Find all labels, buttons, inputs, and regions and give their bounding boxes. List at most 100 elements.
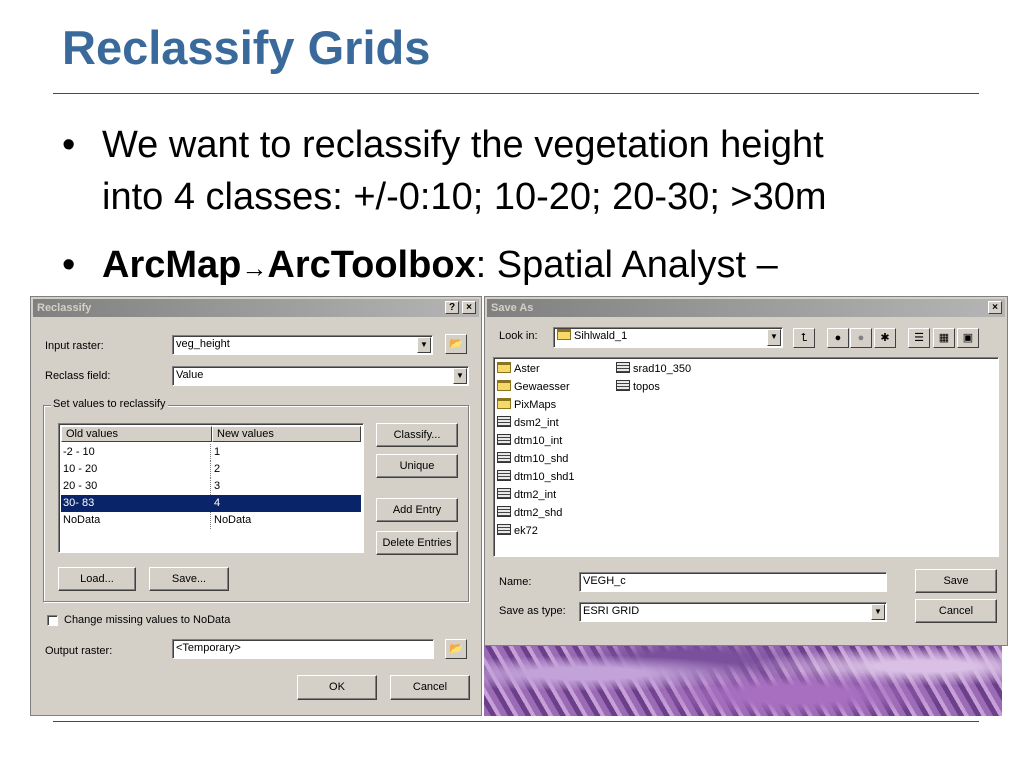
new-values-header[interactable]: New values [212, 426, 361, 442]
grid-icon [497, 434, 511, 445]
old-value: 20 - 30 [63, 480, 98, 492]
list-item[interactable]: PixMaps [497, 397, 556, 413]
missing-nodata-label: Change missing values to NoData [64, 614, 231, 626]
list-view-button[interactable]: ☰ [908, 328, 930, 348]
close-button[interactable]: × [988, 301, 1002, 314]
reclass-field-label: Reclass field: [45, 370, 111, 382]
file-name: srad10_350 [633, 363, 692, 375]
help-button[interactable]: ? [445, 301, 459, 314]
new-folder-icon: ✱ [880, 332, 890, 344]
arrow-icon: → [241, 253, 268, 283]
load-button[interactable]: Load... [58, 567, 136, 591]
new-value: 2 [214, 463, 221, 475]
list-item[interactable]: dtm10_shd [497, 451, 568, 467]
list-item[interactable]: dtm10_int [497, 433, 562, 449]
reclass-field-value: Value [176, 369, 204, 381]
list-item[interactable]: dtm2_int [497, 487, 556, 503]
grid-icon [497, 488, 511, 499]
list-item[interactable]: dtm2_shd [497, 505, 562, 521]
file-name: dsm2_int [514, 417, 559, 429]
table-row[interactable]: 20 - 30 3 [61, 478, 361, 495]
save-as-dialog: Save As × Look in: Sihlwald_1 ▼ ⮤ ● ● ✱ … [484, 296, 1008, 646]
list-item[interactable]: srad10_350 [616, 361, 691, 377]
thumbnail-view-icon: ▣ [962, 332, 974, 344]
slide-title: Reclassify Grids [62, 21, 431, 74]
reclassify-title: Reclassify [37, 302, 92, 314]
old-value: NoData [63, 514, 101, 526]
new-value: 1 [214, 446, 221, 458]
classify-button[interactable]: Classify... [376, 423, 458, 447]
column-divider [210, 478, 212, 495]
table-row[interactable]: 10 - 20 2 [61, 461, 361, 478]
folder-open-icon: 📂 [449, 338, 463, 350]
cancel-button[interactable]: Cancel [390, 675, 470, 700]
disconnect-button[interactable]: ● [850, 328, 872, 348]
input-raster-dropdown[interactable]: veg_height ▼ [172, 335, 433, 355]
list-item[interactable]: dsm2_int [497, 415, 559, 431]
delete-entries-button[interactable]: Delete Entries [376, 531, 458, 555]
list-item[interactable]: Gewaesser [497, 379, 570, 395]
bullet-1-line-2: into 4 classes: +/-0:10; 10-20; 20-30; >… [102, 176, 827, 218]
save-as-titlebar: Save As × [487, 299, 1005, 317]
input-raster-label: Input raster: [45, 340, 104, 352]
look-in-value: Sihlwald_1 [574, 330, 628, 342]
reclass-table[interactable]: Old values New values -2 - 10 1 10 - 20 … [58, 423, 364, 553]
unique-button[interactable]: Unique [376, 454, 458, 478]
column-divider [210, 512, 212, 529]
list-item[interactable]: topos [616, 379, 660, 395]
file-name: ek72 [514, 525, 538, 537]
input-raster-value: veg_height [176, 338, 230, 350]
grid-icon [616, 380, 630, 391]
output-folder-button[interactable]: 📂 [445, 639, 467, 659]
look-in-dropdown[interactable]: Sihlwald_1 ▼ [553, 327, 783, 348]
connect-folder-button[interactable]: ● [827, 328, 849, 348]
close-button[interactable]: × [462, 301, 476, 314]
name-label: Name: [499, 576, 532, 588]
column-divider [210, 444, 212, 461]
name-input[interactable]: VEGH_c [579, 572, 887, 592]
list-item[interactable]: ek72 [497, 523, 538, 539]
bullet-dot: • [62, 244, 76, 286]
list-item[interactable]: Aster [497, 361, 540, 377]
table-row[interactable]: NoData NoData [61, 512, 361, 529]
file-list[interactable]: Aster Gewaesser PixMaps dsm2_int dtm10_i… [493, 357, 999, 557]
file-name: dtm2_shd [514, 507, 563, 519]
reclass-field-dropdown[interactable]: Value ▼ [172, 366, 469, 386]
old-values-header[interactable]: Old values [61, 426, 212, 442]
folder-icon [497, 362, 511, 373]
grid-icon [497, 524, 511, 535]
up-folder-button[interactable]: ⮤ [793, 328, 815, 348]
save-type-dropdown[interactable]: ESRI GRID ▼ [579, 602, 887, 622]
chevron-down-icon[interactable]: ▼ [417, 337, 431, 353]
output-raster-label: Output raster: [45, 645, 113, 657]
connect-icon: ● [834, 332, 842, 344]
bullet-1-line-1: We want to reclassify the vegetation hei… [102, 124, 824, 166]
save-type-label: Save as type: [499, 605, 566, 617]
grid-icon [497, 416, 511, 427]
thumbnail-view-button[interactable]: ▣ [957, 328, 979, 348]
reclassify-titlebar: Reclassify ? × [33, 299, 479, 317]
chevron-down-icon[interactable]: ▼ [453, 368, 467, 384]
details-view-button[interactable]: ▦ [933, 328, 955, 348]
open-folder-button[interactable]: 📂 [445, 334, 467, 354]
save-as-save-button[interactable]: Save [915, 569, 997, 593]
old-value: 10 - 20 [63, 463, 98, 475]
spatial-analyst-label: : Spatial Analyst – [475, 244, 778, 286]
grid-icon [497, 506, 511, 517]
ok-button[interactable]: OK [297, 675, 377, 700]
bottom-divider [53, 721, 979, 722]
folder-icon [557, 329, 571, 340]
table-row[interactable]: -2 - 10 1 [61, 444, 361, 461]
add-entry-button[interactable]: Add Entry [376, 498, 458, 522]
output-raster-input[interactable]: <Temporary> [172, 639, 434, 659]
table-row-selected[interactable]: 30- 83 4 [61, 495, 361, 512]
missing-nodata-checkbox[interactable] [47, 615, 58, 626]
terrain-image [484, 645, 1002, 716]
chevron-down-icon[interactable]: ▼ [871, 604, 885, 620]
save-as-cancel-button[interactable]: Cancel [915, 599, 997, 623]
save-button[interactable]: Save... [149, 567, 229, 591]
list-item[interactable]: dtm10_shd1 [497, 469, 575, 485]
new-folder-button[interactable]: ✱ [874, 328, 896, 348]
save-as-title: Save As [491, 302, 534, 314]
chevron-down-icon[interactable]: ▼ [767, 329, 781, 346]
